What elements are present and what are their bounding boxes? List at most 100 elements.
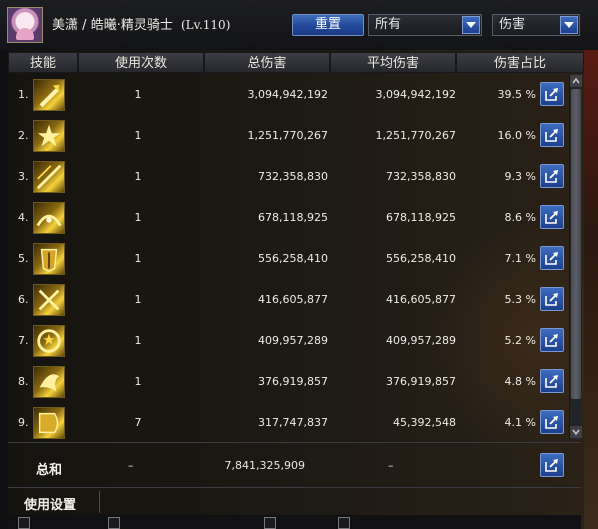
summary-label: 总和 — [36, 463, 63, 478]
scrollbar-thumb[interactable] — [571, 89, 581, 399]
row-damage-share: 4.8 % — [504, 375, 536, 388]
share-row-button[interactable] — [540, 246, 564, 270]
share-icon — [545, 334, 558, 347]
row-avg-damage: 678,118,925 — [386, 211, 456, 224]
row-total-damage: 732,358,830 — [258, 170, 328, 183]
row-total-damage: 3,094,942,192 — [247, 88, 328, 101]
share-row-button[interactable] — [540, 205, 564, 229]
row-damage-share: 8.6 % — [504, 211, 536, 224]
share-icon — [545, 211, 558, 224]
share-icon — [545, 375, 558, 388]
col-total-damage[interactable]: 总伤害 — [204, 52, 330, 73]
row-uses: 1 — [134, 375, 142, 388]
share-icon — [545, 129, 558, 142]
filter-select-value: 所有 — [375, 17, 402, 32]
table-row: 8. 1 376,919,857 376,919,857 4.8 % — [8, 362, 568, 403]
row-uses: 1 — [134, 211, 142, 224]
row-index: 6. — [18, 293, 29, 306]
scroll-down-icon[interactable] — [570, 426, 582, 438]
skill-icon-5 — [33, 243, 65, 275]
col-avg-damage[interactable]: 平均伤害 — [330, 52, 456, 73]
row-damage-share: 9.3 % — [504, 170, 536, 183]
type-select[interactable]: 伤害 — [492, 14, 580, 36]
row-index: 4. — [18, 211, 29, 224]
row-index: 8. — [18, 375, 29, 388]
skill-icon-7 — [33, 325, 65, 357]
left-frame — [0, 50, 8, 529]
row-avg-damage: 556,258,410 — [386, 252, 456, 265]
title-separator: / — [82, 18, 87, 33]
share-row-button[interactable] — [540, 164, 564, 188]
row-avg-damage: 416,605,877 — [386, 293, 456, 306]
share-icon — [545, 416, 558, 429]
summary-row: 总和 – 7,841,325,909 – — [8, 443, 581, 486]
skill-icon-6 — [33, 284, 65, 316]
chevron-down-icon[interactable] — [560, 16, 578, 34]
share-icon — [545, 293, 558, 306]
row-index: 5. — [18, 252, 29, 265]
col-skill[interactable]: 技能 — [8, 52, 78, 73]
row-uses: 1 — [134, 252, 142, 265]
character-avatar — [7, 7, 43, 43]
row-uses: 1 — [134, 129, 142, 142]
row-avg-damage: 409,957,289 — [386, 334, 456, 347]
row-uses: 1 — [134, 293, 142, 306]
option-checkbox[interactable] — [18, 517, 30, 529]
skill-icon-8 — [33, 366, 65, 398]
row-avg-damage: 3,094,942,192 — [375, 88, 456, 101]
skill-icon-1 — [33, 79, 65, 111]
reset-button[interactable]: 重置 — [292, 14, 364, 36]
row-avg-damage: 732,358,830 — [386, 170, 456, 183]
col-damage-share[interactable]: 伤害占比 — [456, 52, 584, 73]
row-index: 1. — [18, 88, 29, 101]
table-row: 3. 1 732,358,830 732,358,830 9.3 % — [8, 157, 568, 198]
row-total-damage: 376,919,857 — [258, 375, 328, 388]
scroll-up-icon[interactable] — [570, 75, 582, 87]
table-row: 4. 1 678,118,925 678,118,925 8.6 % — [8, 198, 568, 239]
option-checkbox[interactable] — [108, 517, 120, 529]
row-avg-damage: 376,919,857 — [386, 375, 456, 388]
row-damage-share: 5.2 % — [504, 334, 536, 347]
row-uses: 7 — [134, 416, 142, 429]
player-name: 美潇 — [52, 18, 79, 33]
summary-uses: – — [128, 459, 134, 472]
share-row-button[interactable] — [540, 287, 564, 311]
row-index: 3. — [18, 170, 29, 183]
row-damage-share: 5.3 % — [504, 293, 536, 306]
share-summary-button[interactable] — [540, 453, 564, 477]
option-checkbox[interactable] — [264, 517, 276, 529]
row-index: 2. — [18, 129, 29, 142]
settings-label: 使用设置 — [24, 498, 77, 513]
table-scrollbar[interactable] — [569, 75, 582, 439]
option-checkbox[interactable] — [338, 517, 350, 529]
level-label: (Lv.110) — [180, 18, 231, 32]
table-row: 1. 1 3,094,942,192 3,094,942,192 39.5 % — [8, 75, 568, 116]
table-header: 技能 使用次数 总伤害 平均伤害 伤害占比 — [8, 52, 584, 74]
row-total-damage: 409,957,289 — [258, 334, 328, 347]
type-select-value: 伤害 — [499, 17, 526, 32]
row-index: 9. — [18, 416, 29, 429]
panel-header: 美潇 / 皓曦·精灵骑士 (Lv.110) 重置 所有 伤害 — [0, 0, 598, 50]
share-row-button[interactable] — [540, 369, 564, 393]
row-uses: 1 — [134, 334, 142, 347]
table-row: 5. 1 556,258,410 556,258,410 7.1 % — [8, 239, 568, 280]
share-row-button[interactable] — [540, 328, 564, 352]
row-uses: 1 — [134, 88, 142, 101]
row-total-damage: 556,258,410 — [258, 252, 328, 265]
skill-damage-table: 1. 1 3,094,942,192 3,094,942,192 39.5 % 2. 1 1,… — [8, 75, 568, 440]
filter-select[interactable]: 所有 — [368, 14, 482, 36]
share-icon — [545, 170, 558, 183]
character-title: 美潇 / 皓曦·精灵骑士 (Lv.110) — [52, 14, 230, 33]
share-row-button[interactable] — [540, 410, 564, 434]
share-row-button[interactable] — [540, 123, 564, 147]
table-row: 2. 1 1,251,770,267 1,251,770,267 16.0 % — [8, 116, 568, 157]
row-total-damage: 416,605,877 — [258, 293, 328, 306]
share-row-button[interactable] — [540, 82, 564, 106]
settings-options-strip — [8, 515, 581, 529]
share-icon — [545, 252, 558, 265]
chevron-down-icon[interactable] — [462, 16, 480, 34]
settings-separator — [99, 491, 100, 513]
skill-icon-3 — [33, 161, 65, 193]
col-uses[interactable]: 使用次数 — [78, 52, 204, 73]
row-damage-share: 7.1 % — [504, 252, 536, 265]
